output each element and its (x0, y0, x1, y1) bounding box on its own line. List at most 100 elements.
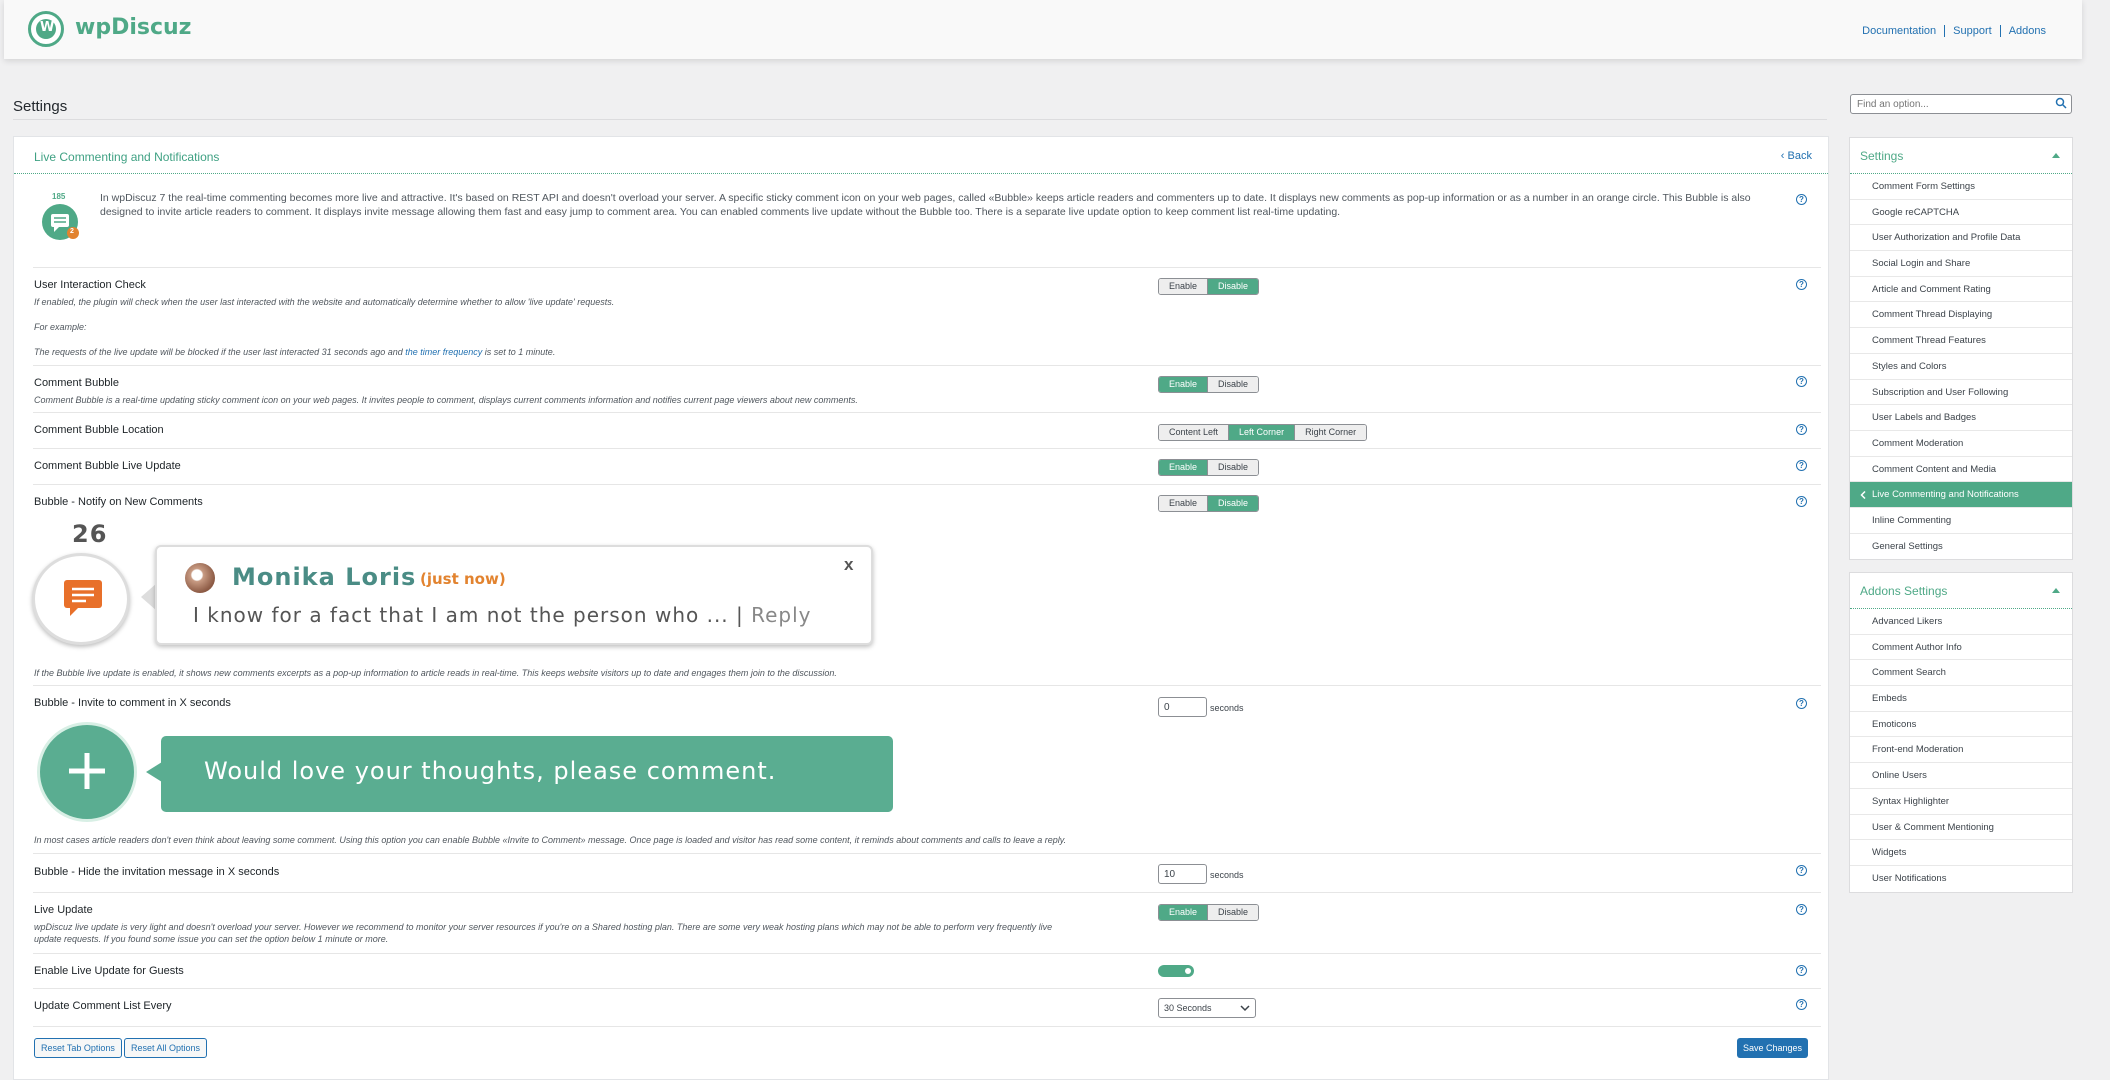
brand-name: wpDiscuz (75, 15, 192, 40)
location-left-corner[interactable]: Left Corner (1228, 425, 1295, 440)
panel-title: Live Commenting and Notifications (34, 150, 220, 164)
row-divider (33, 853, 1821, 854)
sidebar-item-general[interactable]: General Settings (1850, 534, 2072, 560)
user-interaction-disable[interactable]: Disable (1207, 279, 1259, 294)
find-option-input[interactable] (1850, 94, 2072, 114)
sidebar-item-moderation[interactable]: Comment Moderation (1850, 431, 2072, 457)
demo-notification-popup (155, 545, 873, 645)
reset-all-options-button[interactable]: Reset All Options (124, 1038, 208, 1058)
help-icon[interactable]: ? (1796, 999, 1807, 1010)
sidebar-item-user-authorization[interactable]: User Authorization and Profile Data (1850, 225, 2072, 252)
help-icon[interactable]: ? (1796, 424, 1807, 435)
save-changes-button[interactable]: Save Changes (1737, 1038, 1809, 1058)
help-icon[interactable]: ? (1796, 496, 1807, 507)
help-icon[interactable]: ? (1796, 279, 1807, 290)
sidebar-item-online-users[interactable]: Online Users (1850, 763, 2072, 789)
location-content-left[interactable]: Content Left (1159, 425, 1229, 440)
sidebar-item-syntax-highlighter[interactable]: Syntax Highlighter (1850, 789, 2072, 815)
sidebar-item-author-info[interactable]: Comment Author Info (1850, 635, 2072, 661)
comment-bubble-title: Comment Bubble (34, 377, 119, 389)
top-bar: W wpDiscuz Documentation Support Addons (4, 0, 2082, 59)
timer-frequency-link[interactable]: the timer frequency (405, 347, 482, 357)
location-right-corner[interactable]: Right Corner (1294, 425, 1367, 440)
sidebar-item-content-media[interactable]: Comment Content and Media (1850, 457, 2072, 483)
demo-reply-label: Reply (751, 603, 812, 627)
hide-seconds-unit: seconds (1210, 870, 1244, 880)
help-icon[interactable]: ? (1796, 194, 1807, 205)
addons-nav: Addons Settings Advanced Likers Comment … (1849, 572, 2073, 893)
back-link[interactable]: ‹ Back (1781, 150, 1812, 162)
addons-link[interactable]: Addons (1999, 25, 2054, 37)
documentation-link[interactable]: Documentation (1854, 25, 1944, 37)
sidebar-item-labels[interactable]: User Labels and Badges (1850, 405, 2072, 431)
comment-bubble-enable[interactable]: Enable (1159, 377, 1208, 392)
user-interaction-enable[interactable]: Enable (1159, 279, 1208, 294)
help-icon[interactable]: ? (1796, 376, 1807, 387)
addons-nav-title: Addons Settings (1860, 584, 1948, 598)
bubble-live-update-title: Comment Bubble Live Update (34, 460, 181, 472)
hide-invitation-title: Bubble - Hide the invitation message in … (34, 866, 280, 878)
help-icon[interactable]: ? (1796, 460, 1807, 471)
sidebar-item-live-commenting[interactable]: Live Commenting and Notifications (1850, 482, 2072, 508)
help-icon[interactable]: ? (1796, 865, 1807, 876)
notify-new-comments-title: Bubble - Notify on New Comments (34, 496, 203, 508)
sidebar-item-mentioning[interactable]: User & Comment Mentioning (1850, 815, 2072, 841)
row-divider (33, 685, 1821, 686)
notify-desc: If the Bubble live update is enabled, it… (34, 668, 837, 678)
settings-nav-header[interactable]: Settings (1850, 138, 2072, 174)
intro-badge-count: 2 (70, 228, 74, 235)
logo-letter: W (40, 20, 55, 35)
example-text-end: is set to 1 minute. (482, 347, 556, 357)
sidebar-item-label: Live Commenting and Notifications (1872, 489, 2019, 501)
sidebar-item-styles[interactable]: Styles and Colors (1850, 354, 2072, 380)
sidebar-item-advanced-likers[interactable]: Advanced Likers (1850, 609, 2072, 635)
close-icon: x (844, 555, 854, 574)
user-interaction-title: User Interaction Check (34, 279, 146, 291)
invite-seconds-input[interactable] (1158, 697, 1207, 717)
addons-nav-header[interactable]: Addons Settings (1850, 573, 2072, 609)
support-link[interactable]: Support (1944, 25, 2000, 37)
demo-bubble-count: 26 (72, 520, 108, 548)
sidebar-item-emoticons[interactable]: Emoticons (1850, 712, 2072, 738)
avatar (185, 563, 215, 593)
demo-invite-text: Would love your thoughts, please comment… (204, 757, 777, 785)
bubble-live-disable[interactable]: Disable (1207, 460, 1259, 475)
search-icon[interactable] (2055, 97, 2067, 109)
sidebar-item-recaptcha[interactable]: Google reCAPTCHA (1850, 200, 2072, 226)
sidebar-item-embeds[interactable]: Embeds (1850, 686, 2072, 712)
sidebar-item-thread-features[interactable]: Comment Thread Features (1850, 328, 2072, 354)
user-interaction-toggle: Enable Disable (1158, 278, 1260, 295)
notify-disable[interactable]: Disable (1207, 496, 1259, 511)
sidebar-item-comment-search[interactable]: Comment Search (1850, 660, 2072, 687)
invite-title: Bubble - Invite to comment in X seconds (34, 697, 231, 709)
help-icon[interactable]: ? (1796, 965, 1807, 976)
live-update-enable[interactable]: Enable (1159, 905, 1208, 920)
live-update-disable[interactable]: Disable (1207, 905, 1259, 920)
notify-enable[interactable]: Enable (1159, 496, 1208, 511)
sidebar-item-subscription[interactable]: Subscription and User Following (1850, 380, 2072, 406)
sidebar-item-rating[interactable]: Article and Comment Rating (1850, 277, 2072, 303)
help-icon[interactable]: ? (1796, 904, 1807, 915)
live-update-guests-switch[interactable] (1158, 965, 1194, 977)
help-icon[interactable]: ? (1796, 698, 1807, 709)
sidebar-item-frontend-moderation[interactable]: Front-end Moderation (1850, 737, 2072, 764)
collapse-arrow-icon (2052, 588, 2060, 593)
top-links: Documentation Support Addons (1854, 25, 2054, 37)
live-update-desc-line1: wpDiscuz live update is very light and d… (34, 922, 1053, 932)
live-update-guests-title: Enable Live Update for Guests (34, 965, 184, 977)
update-frequency-select[interactable]: 30 Seconds (1158, 998, 1256, 1018)
chevron-left-icon (1860, 491, 1866, 500)
page-scrollbar[interactable] (2091, 0, 2110, 1080)
sidebar-item-user-notifications[interactable]: User Notifications (1850, 866, 2072, 892)
hide-seconds-input[interactable] (1158, 864, 1207, 884)
sidebar-item-inline-commenting[interactable]: Inline Commenting (1850, 508, 2072, 534)
sidebar-item-widgets[interactable]: Widgets (1850, 840, 2072, 866)
user-interaction-desc: If enabled, the plugin will check when t… (34, 297, 615, 307)
comment-bubble-disable[interactable]: Disable (1207, 377, 1259, 392)
bubble-live-enable[interactable]: Enable (1159, 460, 1208, 475)
reset-tab-options-button[interactable]: Reset Tab Options (34, 1038, 122, 1058)
sidebar-item-thread-displaying[interactable]: Comment Thread Displaying (1850, 302, 2072, 329)
sidebar-item-comment-form[interactable]: Comment Form Settings (1850, 174, 2072, 200)
demo-author-name: Monika Loris (232, 563, 417, 591)
sidebar-item-social-login[interactable]: Social Login and Share (1850, 251, 2072, 277)
